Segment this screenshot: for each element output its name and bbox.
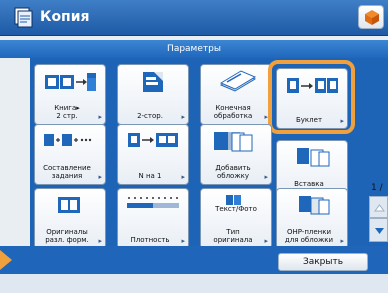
- copy-settings-screen: Копия Параметры Книга▸ 2 стр. ▸ 2-стор. …: [0, 0, 388, 293]
- tile-original-type[interactable]: Текст/Фото Тип оригинала ▸: [200, 188, 272, 249]
- chevron-right-icon: ▸: [181, 113, 185, 121]
- different-size-originals-icon: [58, 197, 80, 213]
- tile-label: Книга▸ 2 стр.: [54, 104, 80, 120]
- density-slider-icon: [127, 197, 179, 208]
- title-bar: Копия: [0, 0, 388, 36]
- pointer-arrow-icon: [0, 250, 12, 270]
- tile-label: Тип оригинала: [213, 228, 253, 244]
- chevron-right-icon: ▸: [340, 237, 344, 245]
- tile-n-on-1[interactable]: N на 1 ▸: [117, 124, 189, 185]
- two-sided-icon: [143, 72, 163, 92]
- tile-label: 2-стор.: [137, 112, 163, 120]
- scroll-down-button[interactable]: [369, 218, 388, 242]
- tile-2-sided[interactable]: 2-стор. ▸: [117, 64, 189, 125]
- tile-label: Добавить обложку: [215, 164, 251, 180]
- tile-job-build[interactable]: Составление задания ▸: [34, 124, 106, 185]
- panel-header: Параметры: [0, 40, 388, 58]
- ohp-cover-icon: [299, 196, 330, 215]
- chevron-right-icon: ▸: [98, 173, 102, 181]
- chevron-right-icon: ▸: [181, 173, 185, 181]
- app-title: Копия: [40, 9, 90, 25]
- tile-finishing[interactable]: Конечная обработка ▸: [200, 64, 272, 125]
- original-type-caption: Текст/Фото: [215, 205, 257, 213]
- arrow-down-icon: [375, 228, 384, 234]
- chevron-right-icon: ▸: [98, 113, 102, 121]
- arrow-up-icon: [374, 204, 385, 212]
- chevron-right-icon: ▸: [181, 237, 185, 245]
- tile-label: OHP-пленки для обложки: [284, 228, 334, 244]
- tile-label: Конечная обработка: [213, 104, 253, 120]
- page-indicator: 1 /: [371, 183, 383, 193]
- job-build-icon: [44, 134, 92, 146]
- tile-book-2-pages[interactable]: Книга▸ 2 стр. ▸: [34, 64, 106, 125]
- footer-strip: [0, 274, 388, 293]
- insert-sheets-icon: [297, 148, 330, 167]
- tile-ohp-cover[interactable]: OHP-пленки для обложки ▸: [276, 188, 348, 249]
- tile-density[interactable]: Плотность ▸: [117, 188, 189, 249]
- chevron-right-icon: ▸: [264, 173, 268, 181]
- add-cover-icon: [214, 132, 253, 152]
- scroll-up-button[interactable]: [369, 196, 388, 218]
- tile-label: Составление задания: [43, 164, 91, 180]
- finishing-stack-icon: [219, 70, 257, 92]
- booklet-highlight-frame: [268, 60, 355, 134]
- status-monitor-icon: [365, 10, 379, 25]
- chevron-right-icon: ▸: [264, 237, 268, 245]
- copy-app-icon: [14, 7, 33, 28]
- tile-label: N на 1: [138, 172, 162, 180]
- tile-label: Плотность: [130, 236, 170, 244]
- book-to-pages-icon: [45, 73, 96, 91]
- chevron-right-icon: ▸: [98, 237, 102, 245]
- close-button[interactable]: Закрыть: [278, 253, 368, 271]
- tile-label: Оригиналы разл. форм.: [45, 228, 89, 244]
- tile-different-size-originals[interactable]: Оригиналы разл. форм. ▸: [34, 188, 106, 249]
- status-monitor-button[interactable]: [358, 5, 384, 29]
- tile-add-cover[interactable]: Добавить обложку ▸: [200, 124, 272, 185]
- n-on-1-icon: [128, 133, 178, 147]
